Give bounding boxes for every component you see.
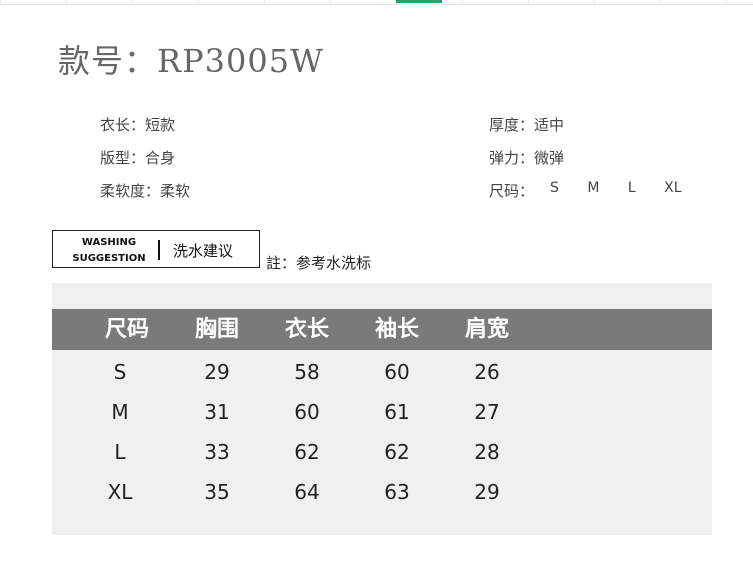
washing-suggestion-box: WASHING SUGGESTION 洗水建议 (52, 230, 260, 268)
size-option: S (550, 180, 559, 196)
product-code-title: 款号：RP3005W (58, 42, 324, 80)
table-cell: 27 (474, 400, 500, 424)
table-cell: 62 (294, 440, 320, 464)
table-cell: 58 (294, 360, 320, 384)
header-shoulder: 肩宽 (464, 317, 509, 342)
table-cell: 60 (294, 400, 320, 424)
table-cell: 31 (204, 400, 230, 424)
washing-note: 註：参考水洗标 (266, 254, 372, 272)
size-option: XL (664, 180, 682, 196)
table-cell: S (113, 360, 127, 384)
table-cell: 29 (204, 360, 230, 384)
table-cell: XL (107, 480, 133, 504)
washing-en-line1: WASHING (81, 237, 137, 248)
header-length: 衣长 (284, 317, 329, 342)
attr-length: 衣长：短款 (100, 116, 176, 134)
table-cell: 62 (384, 440, 410, 464)
sheet-column-strip (0, 0, 753, 5)
table-cell: 35 (204, 480, 230, 504)
attr-softness: 柔软度：柔软 (100, 182, 191, 200)
washing-english-label: WASHING SUGGESTION (63, 235, 155, 267)
attr-thickness: 厚度：适中 (489, 116, 565, 134)
table-cell: 28 (474, 440, 500, 464)
size-options: S M L XL (550, 180, 706, 196)
washing-en-line2: SUGGESTION (72, 253, 146, 264)
table-cell: 26 (474, 360, 500, 384)
divider-bar (158, 240, 160, 260)
header-chest: 胸围 (194, 317, 239, 342)
size-option: M (587, 180, 600, 196)
table-cell: 60 (384, 360, 410, 384)
size-option: L (627, 180, 636, 196)
header-sleeve: 袖长 (374, 317, 419, 342)
selected-cell-indicator (396, 0, 442, 3)
header-size: 尺码 (104, 317, 149, 342)
attr-fit: 版型：合身 (100, 149, 176, 167)
attr-elasticity: 弹力：微弹 (489, 149, 565, 167)
table-cell: 29 (474, 480, 500, 504)
table-cell: 64 (294, 480, 320, 504)
washing-chinese-label: 洗水建议 (173, 242, 234, 260)
attr-size-label: 尺码： (489, 182, 535, 200)
table-cell: M (111, 400, 129, 424)
table-cell: 61 (384, 400, 410, 424)
table-cell: 63 (384, 480, 410, 504)
table-cell: L (114, 440, 126, 464)
table-cell: 33 (204, 440, 230, 464)
